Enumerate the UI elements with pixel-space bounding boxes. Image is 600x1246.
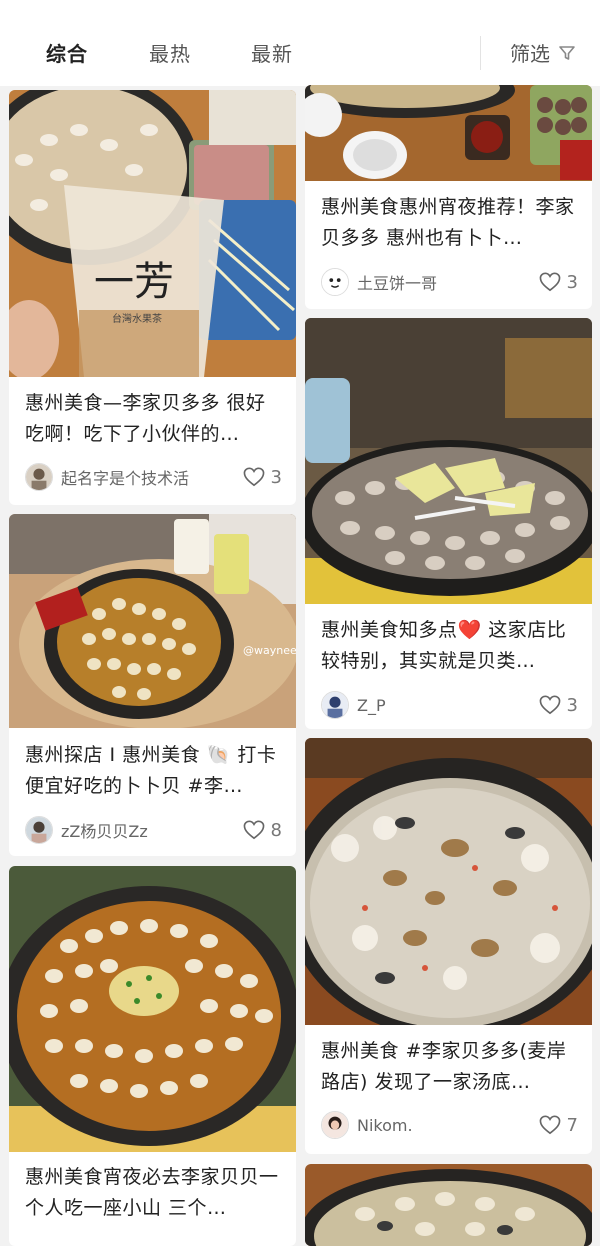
tab-comprehensive[interactable]: 综合 — [46, 38, 88, 67]
heart-icon — [539, 1115, 560, 1135]
like-count: 3 — [566, 694, 578, 716]
like-count: 3 — [566, 271, 578, 293]
post-title: 惠州美食宵夜必去李家贝贝一个人吃一座小山 三个… — [25, 1166, 279, 1219]
post-image[interactable] — [305, 85, 592, 181]
like-button[interactable]: 3 — [243, 467, 282, 488]
post-meta: Nikom. 7 — [321, 1110, 578, 1140]
filter-button[interactable]: 筛选 — [510, 38, 576, 67]
post-title: 惠州美食知多点❤️ 这家店比较特别，其实就是贝类… — [321, 619, 567, 672]
post-image[interactable] — [305, 1164, 592, 1246]
post-title: 惠州美食惠州宵夜推荐！李家贝多多 惠州也有卜卜… — [321, 196, 575, 249]
post-image[interactable] — [305, 318, 592, 604]
like-count: 8 — [270, 819, 282, 841]
watermark-text: @wayneeeY — [243, 644, 296, 657]
post-meta: Z_P 3 — [321, 690, 578, 720]
post-image[interactable] — [9, 866, 296, 1152]
post-card[interactable]: 一芳 台灣水果茶 惠州美食—李家贝多多 很好吃啊！吃下了小伙伴的… 起名字是个技… — [9, 90, 296, 505]
filter-label: 筛选 — [510, 42, 550, 66]
post-card[interactable]: 惠州美食知多点❤️ 这家店比较特别，其实就是贝类… Z_P 3 — [305, 318, 592, 729]
avatar[interactable] — [321, 1111, 349, 1139]
heart-icon — [539, 272, 560, 292]
funnel-icon — [559, 45, 575, 60]
post-image[interactable]: @wayneeeY — [9, 514, 296, 728]
author-name[interactable]: Nikom. — [357, 1116, 539, 1135]
like-button[interactable]: 8 — [243, 820, 282, 841]
heart-icon — [243, 467, 264, 487]
author-name[interactable]: 土豆饼一哥 — [357, 270, 539, 294]
like-count: 7 — [566, 1114, 578, 1136]
like-count: 3 — [270, 466, 282, 488]
cup-brand-subtext: 台灣水果茶 — [112, 312, 162, 325]
avatar[interactable] — [25, 816, 53, 844]
post-image[interactable]: 一芳 台灣水果茶 — [9, 90, 296, 377]
avatar[interactable] — [321, 691, 349, 719]
post-meta: 土豆饼一哥 3 — [321, 267, 578, 297]
tab-hottest[interactable]: 最热 — [149, 38, 191, 67]
post-card[interactable]: 惠州美食 #李家贝多多(麦岸路店) 发现了一家汤底… Nikom. 7 — [305, 738, 592, 1154]
post-title: 惠州探店 I 惠州美食 🐚 打卡便宜好吃的卜卜贝 #李… — [25, 744, 277, 797]
post-meta: 起名字是个技术活 3 — [25, 462, 282, 492]
post-title: 惠州美食 #李家贝多多(麦岸路店) 发现了一家汤底… — [321, 1040, 567, 1093]
like-button[interactable]: 3 — [539, 695, 578, 716]
avatar[interactable] — [25, 463, 53, 491]
heart-icon — [539, 695, 560, 715]
avatar[interactable] — [321, 268, 349, 296]
author-name[interactable]: Z_P — [357, 696, 539, 715]
post-meta: zZ杨贝贝Zz 8 — [25, 815, 282, 845]
like-button[interactable]: 7 — [539, 1115, 578, 1136]
like-button[interactable]: 3 — [539, 272, 578, 293]
author-name[interactable]: 起名字是个技术活 — [61, 465, 243, 489]
post-card[interactable] — [305, 1164, 592, 1246]
cup-brand-text: 一芳 — [94, 259, 174, 305]
heart-icon — [243, 820, 264, 840]
top-tab-bar: 综合 最热 最新 筛选 — [0, 0, 600, 86]
post-title: 惠州美食—李家贝多多 很好吃啊！吃下了小伙伴的… — [25, 392, 266, 445]
tab-divider — [480, 36, 481, 70]
post-image[interactable] — [305, 738, 592, 1025]
post-card[interactable]: @wayneeeY 惠州探店 I 惠州美食 🐚 打卡便宜好吃的卜卜贝 #李… z… — [9, 514, 296, 856]
post-card[interactable]: 惠州美食宵夜必去李家贝贝一个人吃一座小山 三个… — [9, 866, 296, 1246]
author-name[interactable]: zZ杨贝贝Zz — [61, 818, 243, 842]
tab-newest[interactable]: 最新 — [251, 38, 293, 67]
post-card[interactable]: 惠州美食惠州宵夜推荐！李家贝多多 惠州也有卜卜… 土豆饼一哥 3 — [305, 85, 592, 309]
